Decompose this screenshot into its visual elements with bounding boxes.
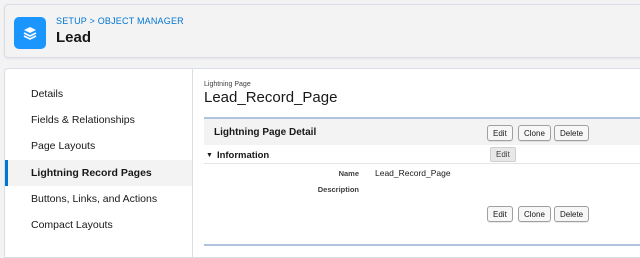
edit-button[interactable]: Edit: [487, 125, 513, 141]
delete-button[interactable]: Delete: [554, 125, 590, 141]
page-title: Lead_Record_Page: [204, 89, 338, 106]
sidebar-item-compact-layouts[interactable]: Compact Layouts: [5, 212, 193, 238]
detail-title: Lightning Page Detail: [214, 127, 317, 138]
clone-button[interactable]: Clone: [518, 125, 551, 141]
sidebar-item-page-layouts[interactable]: Page Layouts: [5, 133, 193, 159]
delete-button-bottom[interactable]: Delete: [554, 206, 590, 222]
breadcrumb[interactable]: SETUP > OBJECT MANAGER: [56, 16, 184, 26]
object-header: SETUP > OBJECT MANAGER Lead: [4, 4, 640, 58]
collapse-triangle-icon[interactable]: ▼: [206, 152, 213, 159]
edit-tooltip: Edit: [490, 147, 516, 162]
sidebar-item-fields-relationships[interactable]: Fields & Relationships: [5, 107, 193, 133]
layers-icon: [14, 17, 46, 49]
lightning-page-detail-panel: Lightning Page Lead_Record_Page Lightnin…: [192, 68, 640, 258]
section-title: Information: [216, 149, 270, 161]
field-label-description: Description: [317, 185, 359, 194]
information-section-header[interactable]: ▼ Information: [204, 147, 640, 164]
clone-button-bottom[interactable]: Clone: [518, 206, 551, 222]
field-value-name: Lead_Record_Page: [375, 168, 451, 178]
object-title: Lead: [56, 29, 92, 46]
sidebar-item-lightning-record-pages[interactable]: Lightning Record Pages: [5, 160, 193, 186]
object-sidebar: Details Fields & Relationships Page Layo…: [4, 68, 193, 258]
sidebar-item-details[interactable]: Details: [5, 81, 193, 107]
detail-header-bar: Lightning Page Detail Edit Clone Delete: [204, 117, 640, 145]
edit-button-bottom[interactable]: Edit: [487, 206, 513, 222]
sidebar-item-buttons-links-actions[interactable]: Buttons, Links, and Actions: [5, 186, 193, 212]
page-type-label: Lightning Page: [204, 81, 251, 88]
field-label-name: Name: [338, 169, 359, 178]
